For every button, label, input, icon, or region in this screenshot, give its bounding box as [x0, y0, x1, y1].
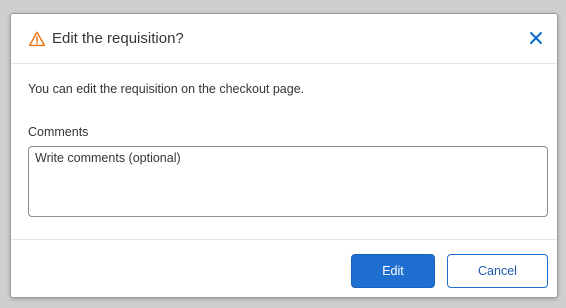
cancel-button[interactable]: Cancel	[447, 254, 548, 288]
footer-divider	[11, 239, 557, 240]
warning-triangle-icon	[28, 30, 46, 48]
dialog-message: You can edit the requisition on the chec…	[28, 82, 305, 96]
edit-requisition-dialog: Edit the requisition? You can edit the r…	[10, 13, 558, 298]
comments-label: Comments	[28, 125, 89, 139]
close-icon[interactable]	[525, 27, 547, 49]
comments-field[interactable]	[28, 146, 548, 217]
edit-button[interactable]: Edit	[351, 254, 435, 288]
dialog-title: Edit the requisition?	[52, 30, 184, 47]
dialog-header: Edit the requisition?	[11, 14, 557, 64]
